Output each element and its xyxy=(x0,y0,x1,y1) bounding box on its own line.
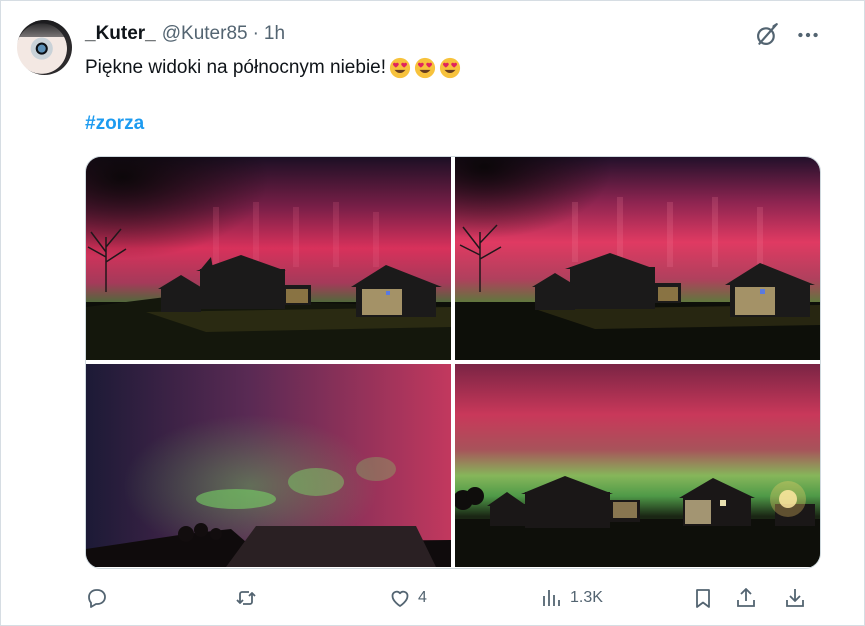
views-button[interactable]: 1.3K xyxy=(540,586,603,610)
reply-button[interactable] xyxy=(85,586,109,610)
display-name[interactable]: _Kuter_ xyxy=(85,23,156,45)
download-icon xyxy=(786,589,804,607)
heart-eyes-emoji xyxy=(389,57,411,79)
like-count: 4 xyxy=(418,589,427,606)
aurora-photo-1[interactable] xyxy=(86,157,451,360)
grok-icon[interactable] xyxy=(754,22,780,48)
retweet-button[interactable] xyxy=(234,586,258,610)
aurora-photo-3[interactable] xyxy=(86,364,451,567)
share-button[interactable] xyxy=(734,586,758,610)
bookmark-icon xyxy=(696,589,710,608)
timestamp[interactable]: 1h xyxy=(264,23,285,45)
tweet-card[interactable]: _Kuter_ @Kuter85 · 1h Piękne widoki na p… xyxy=(0,0,865,626)
reply-icon xyxy=(88,589,106,608)
tweet-text-content: Piękne widoki na północnym niebie! xyxy=(85,57,387,78)
more-icon[interactable] xyxy=(795,22,821,48)
share-icon xyxy=(737,588,755,607)
heart-eyes-emoji xyxy=(414,57,436,79)
views-icon xyxy=(543,590,560,606)
heart-eyes-emoji xyxy=(439,57,461,79)
heart-icon xyxy=(391,590,409,607)
tweet-text: Piękne widoki na północnym niebie! xyxy=(85,57,461,79)
aurora-photo-2[interactable] xyxy=(455,157,820,360)
user-handle[interactable]: @Kuter85 xyxy=(162,23,248,45)
aurora-photo-4[interactable] xyxy=(455,364,820,567)
avatar[interactable] xyxy=(17,20,72,75)
media-grid xyxy=(85,156,821,569)
download-button[interactable] xyxy=(783,586,807,610)
retweet-icon xyxy=(236,591,256,605)
separator-dot: · xyxy=(252,23,259,44)
views-count: 1.3K xyxy=(570,589,603,606)
like-button[interactable]: 4 xyxy=(388,586,427,610)
hashtag-link[interactable]: #zorza xyxy=(85,113,144,135)
bookmark-button[interactable] xyxy=(691,586,715,610)
tweet-header: _Kuter_ @Kuter85 · 1h xyxy=(85,23,285,45)
action-bar: 4 1.3K xyxy=(85,586,815,616)
